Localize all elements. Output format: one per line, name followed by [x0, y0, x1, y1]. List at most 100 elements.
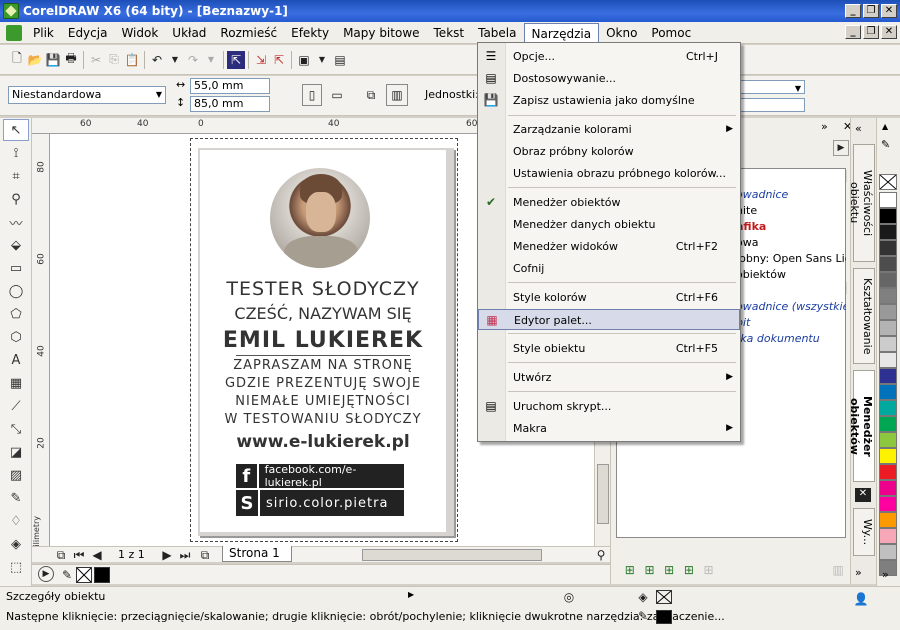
- tab-page-1[interactable]: Strona 1: [222, 546, 292, 562]
- palette-swatch[interactable]: [879, 336, 897, 352]
- menu-widok[interactable]: Widok: [114, 23, 165, 43]
- palette-swatch[interactable]: [879, 208, 897, 224]
- table-tool-icon[interactable]: ▦: [3, 372, 29, 394]
- tree-item[interactable]: obiektów: [736, 268, 786, 281]
- palette-swatch[interactable]: [879, 416, 897, 432]
- menu-okno[interactable]: Okno: [599, 23, 644, 43]
- user-icon[interactable]: 👤: [852, 590, 870, 608]
- undo-icon[interactable]: ↶: [148, 51, 166, 69]
- doc-restore-button[interactable]: ❐: [863, 25, 879, 39]
- palette-swatch[interactable]: [879, 496, 897, 512]
- palette-play-icon[interactable]: ▶: [38, 566, 54, 582]
- palette-swatch[interactable]: [879, 464, 897, 480]
- menu-mapy-bitowe[interactable]: Mapy bitowe: [336, 23, 426, 43]
- horizontal-scroll-thumb[interactable]: [362, 549, 542, 561]
- tree-item[interactable]: łobny: Open Sans Ligh: [736, 252, 846, 265]
- outline-pen-icon[interactable]: ✎: [634, 607, 652, 625]
- zoom-tool-icon[interactable]: ⚲: [3, 188, 29, 210]
- undo-dropdown-icon[interactable]: ▼: [166, 51, 184, 69]
- basic-shapes-icon[interactable]: ⬡: [3, 326, 29, 348]
- tabs-expand-icon[interactable]: »: [855, 566, 862, 579]
- doc-close-button[interactable]: ✕: [881, 25, 897, 39]
- redo-dropdown-icon[interactable]: ▼: [202, 51, 220, 69]
- add-page-before-icon[interactable]: ⧉: [52, 546, 70, 564]
- coreldraw-app-icon[interactable]: [3, 3, 19, 19]
- menu-item-style-kolorów[interactable]: Style kolorów Ctrl+F6: [478, 287, 740, 308]
- palette-swatch[interactable]: [879, 240, 897, 256]
- eyedropper-icon[interactable]: ✎: [58, 566, 76, 584]
- tabs-collapse-icon[interactable]: «: [855, 122, 862, 135]
- landscape-icon[interactable]: ▭: [328, 86, 346, 104]
- palette-swatch[interactable]: [879, 192, 897, 208]
- last-page-icon[interactable]: ⏭: [176, 546, 194, 564]
- palette-swatch[interactable]: [879, 512, 897, 528]
- duplicate-distance-field[interactable]: [730, 98, 805, 112]
- add-page-after-icon[interactable]: ⧉: [196, 546, 214, 564]
- rectangle-tool-icon[interactable]: ▭: [3, 257, 29, 279]
- portrait-icon[interactable]: ▯: [302, 84, 322, 106]
- restore-button[interactable]: ❐: [863, 4, 879, 18]
- tab-more[interactable]: Wy...: [853, 508, 875, 556]
- palette-scroll-up-icon[interactable]: ▲: [882, 122, 888, 131]
- pick-tool-icon[interactable]: ↖: [3, 119, 29, 141]
- menu-uklad[interactable]: Układ: [165, 23, 213, 43]
- menu-tabela[interactable]: Tabela: [471, 23, 523, 43]
- fill-tool-icon[interactable]: ◈: [3, 533, 29, 555]
- palette-swatch[interactable]: [879, 544, 897, 560]
- menu-rozmiesc[interactable]: Rozmieść: [213, 23, 284, 43]
- scroll-thumb[interactable]: [597, 464, 609, 524]
- smart-fill-icon[interactable]: ⬙: [3, 234, 29, 256]
- menu-narzedzia[interactable]: Narzędzia: [523, 22, 600, 43]
- new-master-layer-odd-icon[interactable]: ⊞: [681, 561, 697, 579]
- paper-preset-select[interactable]: Niestandardowa ▼: [8, 86, 166, 104]
- import-icon[interactable]: ⇲: [252, 51, 270, 69]
- business-card[interactable]: TESTER SŁODYCZY CZEŚĆ, NAZYWAM SIĘ EMIL …: [200, 150, 446, 532]
- palette-eyedropper-icon[interactable]: ✎: [881, 138, 890, 151]
- outline-pen-icon[interactable]: ♢: [3, 510, 29, 532]
- palette-swatch[interactable]: [879, 288, 897, 304]
- palette-expand-icon[interactable]: »: [882, 568, 889, 581]
- black-swatch[interactable]: [94, 567, 110, 583]
- menu-item-style-obiektu[interactable]: Style obiektu Ctrl+F5: [478, 338, 740, 359]
- tree-item[interactable]: owadnice: [736, 188, 788, 201]
- avatar[interactable]: [270, 168, 370, 268]
- transparency-tool-icon[interactable]: ▨: [3, 464, 29, 486]
- new-master-layer-even-icon[interactable]: ⊞: [661, 561, 677, 579]
- fill-indicator-icon[interactable]: ◈: [634, 588, 652, 606]
- close-tab-icon[interactable]: ✕: [855, 488, 871, 502]
- menu-plik[interactable]: Plik: [26, 23, 61, 43]
- dimension-tool-icon[interactable]: ⟋: [3, 395, 29, 417]
- cut-icon[interactable]: ✂: [87, 51, 105, 69]
- welcome-screen-icon[interactable]: ▤: [331, 51, 349, 69]
- freehand-tool-icon[interactable]: 〰: [3, 211, 29, 233]
- text-tool-icon[interactable]: A: [3, 349, 29, 371]
- menu-item-ustawienia-obrazu-próbnego-kolorów[interactable]: Ustawienia obrazu próbnego kolorów...: [478, 163, 740, 184]
- interactive-fill-icon[interactable]: ⬚: [3, 556, 29, 578]
- no-fill-swatch[interactable]: [879, 174, 897, 190]
- palette-swatch[interactable]: [879, 480, 897, 496]
- redo-icon[interactable]: ↷: [184, 51, 202, 69]
- menu-item-menedżer-widoków[interactable]: Menedżer widoków Ctrl+F2: [478, 236, 740, 257]
- tree-item[interactable]: owadnice (wszystkie s: [736, 300, 846, 313]
- tab-object-properties[interactable]: Właściwości obiektu: [848, 144, 875, 262]
- palette-swatch[interactable]: [879, 528, 897, 544]
- palette-swatch[interactable]: [879, 272, 897, 288]
- docker-collapse-icon[interactable]: »: [821, 120, 828, 133]
- new-document-icon[interactable]: 🗋: [8, 51, 26, 69]
- menu-item-menedżer-obiektów[interactable]: ✔ Menedżer obiektów: [478, 192, 740, 213]
- menu-pomoc[interactable]: Pomoc: [644, 23, 698, 43]
- status-details[interactable]: Szczegóły obiektu: [6, 590, 105, 603]
- outline-black-swatch[interactable]: [656, 610, 672, 624]
- palette-swatch[interactable]: [879, 256, 897, 272]
- open-folder-icon[interactable]: 📂: [26, 51, 44, 69]
- menu-edycja[interactable]: Edycja: [61, 23, 115, 43]
- paste-icon[interactable]: 📋: [123, 51, 141, 69]
- palette-swatch[interactable]: [879, 304, 897, 320]
- palette-swatch[interactable]: [879, 384, 897, 400]
- blend-tool-icon[interactable]: ◪: [3, 441, 29, 463]
- page-height-field[interactable]: 85,0 mm: [190, 96, 270, 112]
- docker-arrow-icon[interactable]: ▶: [833, 140, 849, 156]
- new-layer-icon[interactable]: ⊞: [622, 561, 638, 579]
- connector-tool-icon[interactable]: ⤡: [3, 418, 29, 440]
- menu-efekty[interactable]: Efekty: [284, 23, 336, 43]
